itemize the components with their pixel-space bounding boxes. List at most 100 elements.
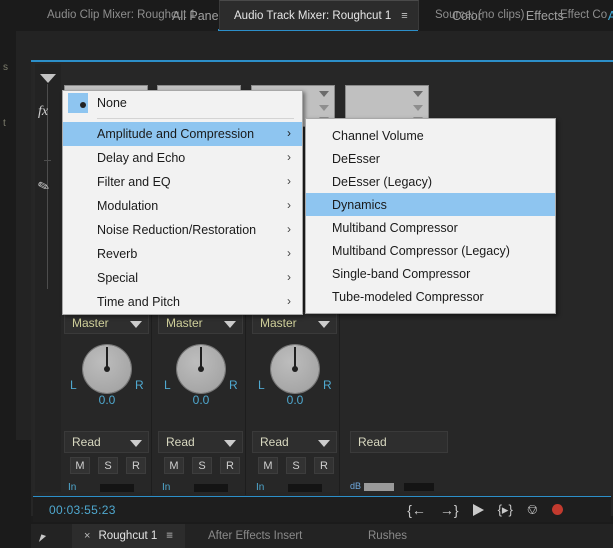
menu-item-modulation[interactable]: Modulation › [63,194,302,218]
chevron-right-icon: › [287,126,291,140]
submenu-item-label: DeEsser (Legacy) [332,174,433,189]
solo-button[interactable]: S [286,457,306,474]
submenu-item-multiband-compressor[interactable]: Multiband Compressor [306,216,555,239]
panel-menu-icon[interactable]: ≡ [166,530,173,542]
submenu-item-channel-volume[interactable]: Channel Volume [306,124,555,147]
pan-value[interactable]: 0.0 [156,393,246,407]
chevron-down-icon[interactable] [319,105,329,111]
submenu-item-label: Tube-modeled Compressor [332,289,484,304]
pan-right-label: R [323,378,332,392]
menu-item-amplitude-and-compression[interactable]: Amplitude and Compression › [63,122,302,146]
menu-item-filter-and-eq[interactable]: Filter and EQ › [63,170,302,194]
submenu-item-label: Dynamics [332,197,387,212]
amplitude-and-compression-submenu: Channel Volume DeEsser DeEsser (Legacy) … [305,118,556,314]
tab-audio-clip-mixer[interactable]: Audio Clip Mixer: Roughcut 1 [33,0,219,30]
tab-effect-controls[interactable]: Effect Co [546,0,613,30]
active-tab-underline [31,60,613,62]
automation-mode-label: Read [72,435,101,449]
bottom-tab-after-effects-insert[interactable]: After Effects Insert [208,524,302,548]
solo-button[interactable]: S [192,457,212,474]
loop-icon[interactable]: {▸} [498,502,513,518]
automation-mode-dropdown[interactable]: Read [64,431,149,453]
menu-item-label: Filter and EQ [97,175,171,189]
automation-mode-label: Read [166,435,195,449]
pan-knob[interactable] [83,345,131,393]
submenu-item-deesser-legacy[interactable]: DeEsser (Legacy) [306,170,555,193]
chevron-down-icon[interactable] [413,105,423,111]
menu-item-special[interactable]: Special › [63,266,302,290]
pan-knob-hub [104,366,110,372]
chevron-down-icon[interactable] [130,440,142,447]
submenu-item-tube-modeled-compressor[interactable]: Tube-modeled Compressor [306,285,555,308]
pan-knob-hub [198,366,204,372]
output-assignment-dropdown[interactable]: Master [252,312,337,334]
menu-item-noise-reduction-restoration[interactable]: Noise Reduction/Restoration › [63,218,302,242]
menu-item-label: Delay and Echo [97,151,186,165]
pan-knob[interactable] [177,345,225,393]
automation-mode-dropdown[interactable]: Read [252,431,337,453]
record-arm-button[interactable]: R [126,457,146,474]
submenu-item-multiband-compressor-legacy[interactable]: Multiband Compressor (Legacy) [306,239,555,262]
menu-item-none[interactable]: None [63,91,302,115]
transport-controls: {← →} {▸} ⎊ [407,501,563,518]
tab-audio-track-mixer[interactable]: Audio Track Mixer: Roughcut 1 ≡ [219,0,419,30]
mute-button[interactable]: M [70,457,90,474]
output-assignment-dropdown[interactable]: Master [64,312,149,334]
chevron-down-icon[interactable] [318,321,330,328]
pan-value[interactable]: 0.0 [62,393,152,407]
chevron-down-icon[interactable] [224,440,236,447]
record-arm-button[interactable]: R [314,457,334,474]
rail-fragment-top: s [3,62,8,73]
tab-panel-menu-icon[interactable]: ≡ [401,10,407,22]
submenu-item-label: Channel Volume [332,128,424,143]
record-arm-button[interactable]: R [220,457,240,474]
mute-button[interactable]: M [164,457,184,474]
level-meter [288,484,322,492]
bottom-tab-roughcut-1[interactable]: × Roughcut 1 ≡ [72,524,185,548]
close-icon[interactable]: × [84,530,90,542]
fx-disclosure-triangle-icon[interactable] [40,74,56,83]
chevron-right-icon: › [287,222,291,236]
tab-source-monitor[interactable]: Source: (no clips) [421,0,541,30]
chevron-down-icon[interactable] [224,321,236,328]
submenu-item-deesser[interactable]: DeEsser [306,147,555,170]
submenu-item-dynamics[interactable]: Dynamics [306,193,555,216]
export-icon[interactable]: ⎊ [527,501,538,518]
master-level-meter [404,483,434,491]
menu-item-label: Reverb [97,247,138,261]
master-fader[interactable] [364,483,394,491]
radio-selected-indicator [68,93,88,113]
output-assignment-label: Master [260,316,297,330]
submenu-item-single-band-compressor[interactable]: Single-band Compressor [306,262,555,285]
chevron-down-icon[interactable] [319,91,329,97]
menu-item-delay-and-echo[interactable]: Delay and Echo › [63,146,302,170]
go-to-in-point-icon[interactable]: {← [407,502,426,518]
record-icon[interactable] [552,504,563,515]
automation-mode-dropdown[interactable]: Read [158,431,243,453]
mute-button[interactable]: M [258,457,278,474]
menu-item-time-and-pitch[interactable]: Time and Pitch › [63,290,302,314]
menu-item-reverb[interactable]: Reverb › [63,242,302,266]
bottom-tab-label: After Effects Insert [208,530,303,542]
pan-value[interactable]: 0.0 [250,393,340,407]
pan-knob-hub [292,366,298,372]
solo-button[interactable]: S [98,457,118,474]
fx-icon[interactable]: fx [38,104,48,120]
chevron-down-icon[interactable] [318,440,330,447]
chevron-down-icon[interactable] [130,321,142,328]
pan-knob[interactable] [271,345,319,393]
master-strip: Read dB [344,300,454,495]
master-automation-mode-dropdown[interactable]: Read [350,431,448,453]
bottom-tab-rushes[interactable]: Rushes [368,524,407,548]
play-icon[interactable] [472,503,484,516]
menu-item-label: Special [97,271,138,285]
chevron-right-icon: › [287,174,291,188]
submenu-item-label: DeEsser [332,151,380,166]
chevron-down-icon[interactable] [413,91,423,97]
timecode-display[interactable]: 00:03:55:23 [49,503,116,517]
input-label: In [162,482,171,493]
fx-rail-tick [44,160,51,161]
go-to-out-point-icon[interactable]: →} [440,502,459,518]
chevron-right-icon: › [287,246,291,260]
output-assignment-dropdown[interactable]: Master [158,312,243,334]
